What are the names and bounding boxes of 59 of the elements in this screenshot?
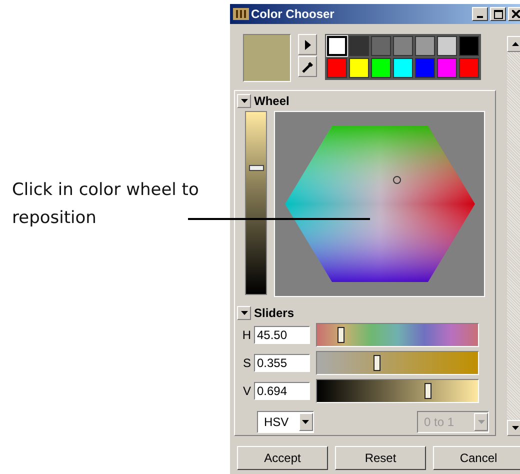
down-arrow-icon: [512, 426, 518, 430]
section-title: Wheel: [254, 94, 290, 108]
palette-swatch[interactable]: [371, 36, 391, 56]
dialog-button[interactable]: Reset: [335, 446, 426, 470]
close-icon: [512, 10, 520, 18]
arrow-button[interactable]: [298, 34, 317, 55]
palette-swatch[interactable]: [327, 58, 347, 78]
palette-swatch[interactable]: [371, 58, 391, 78]
slider-thumb[interactable]: [424, 383, 432, 399]
caret-icon: [302, 420, 310, 424]
palette-swatch[interactable]: [349, 36, 369, 56]
caret-icon: [240, 99, 248, 103]
eyedropper-button[interactable]: [298, 56, 317, 77]
palette-swatch[interactable]: [437, 58, 457, 78]
up-arrow-icon: [512, 42, 518, 46]
color-wheel-area[interactable]: [274, 111, 485, 297]
collapse-toggle[interactable]: [237, 306, 251, 320]
window-title: Color Chooser: [251, 7, 336, 21]
input-field[interactable]: 0.694: [254, 382, 310, 400]
palette-swatch[interactable]: [459, 36, 479, 56]
slider-track[interactable]: [316, 379, 479, 403]
minimize-button[interactable]: [472, 7, 488, 21]
palette-swatch[interactable]: [327, 36, 347, 56]
palette-swatch[interactable]: [393, 36, 413, 56]
palette-swatch[interactable]: [459, 58, 479, 78]
slider-thumb[interactable]: [249, 164, 264, 171]
palette-swatch[interactable]: [393, 58, 413, 78]
scroll-up-button[interactable]: [507, 36, 520, 52]
channel-label: V: [242, 384, 251, 398]
value-slider[interactable]: [245, 111, 267, 295]
channel-label: H: [241, 328, 251, 342]
callout-text: Click in color wheel to reposition: [12, 179, 200, 230]
color-wheel-drawing[interactable]: [284, 124, 474, 284]
palette-swatch[interactable]: [349, 58, 369, 78]
caret-icon: [240, 311, 248, 315]
slider-thumb[interactable]: [373, 355, 380, 371]
slider-track[interactable]: [316, 351, 479, 375]
input-field[interactable]: 0.355: [254, 354, 310, 372]
caret-icon: [478, 420, 484, 424]
channel-label: S: [242, 356, 251, 370]
maximize-button[interactable]: [490, 7, 506, 21]
eyedropper-icon: [300, 60, 314, 74]
play-icon: [304, 40, 310, 50]
slider-track[interactable]: [316, 323, 479, 347]
input-field[interactable]: 45.50: [254, 326, 310, 344]
app-icon: [233, 7, 249, 21]
scroll-down-button[interactable]: [507, 420, 520, 436]
section-title: Sliders: [254, 306, 294, 320]
palette-swatch[interactable]: [415, 58, 435, 78]
collapse-toggle[interactable]: [237, 94, 251, 108]
palette-swatch[interactable]: [415, 36, 435, 56]
palette-swatch[interactable]: [437, 36, 457, 56]
mode-dropdown[interactable]: HSV: [257, 411, 314, 433]
slider-thumb[interactable]: [338, 327, 345, 343]
dialog-button[interactable]: Accept: [237, 446, 328, 470]
scrollbar[interactable]: [507, 36, 520, 436]
dialog-button[interactable]: Cancel: [433, 446, 520, 470]
maximize-icon: [494, 10, 502, 18]
close-button[interactable]: [508, 7, 520, 21]
